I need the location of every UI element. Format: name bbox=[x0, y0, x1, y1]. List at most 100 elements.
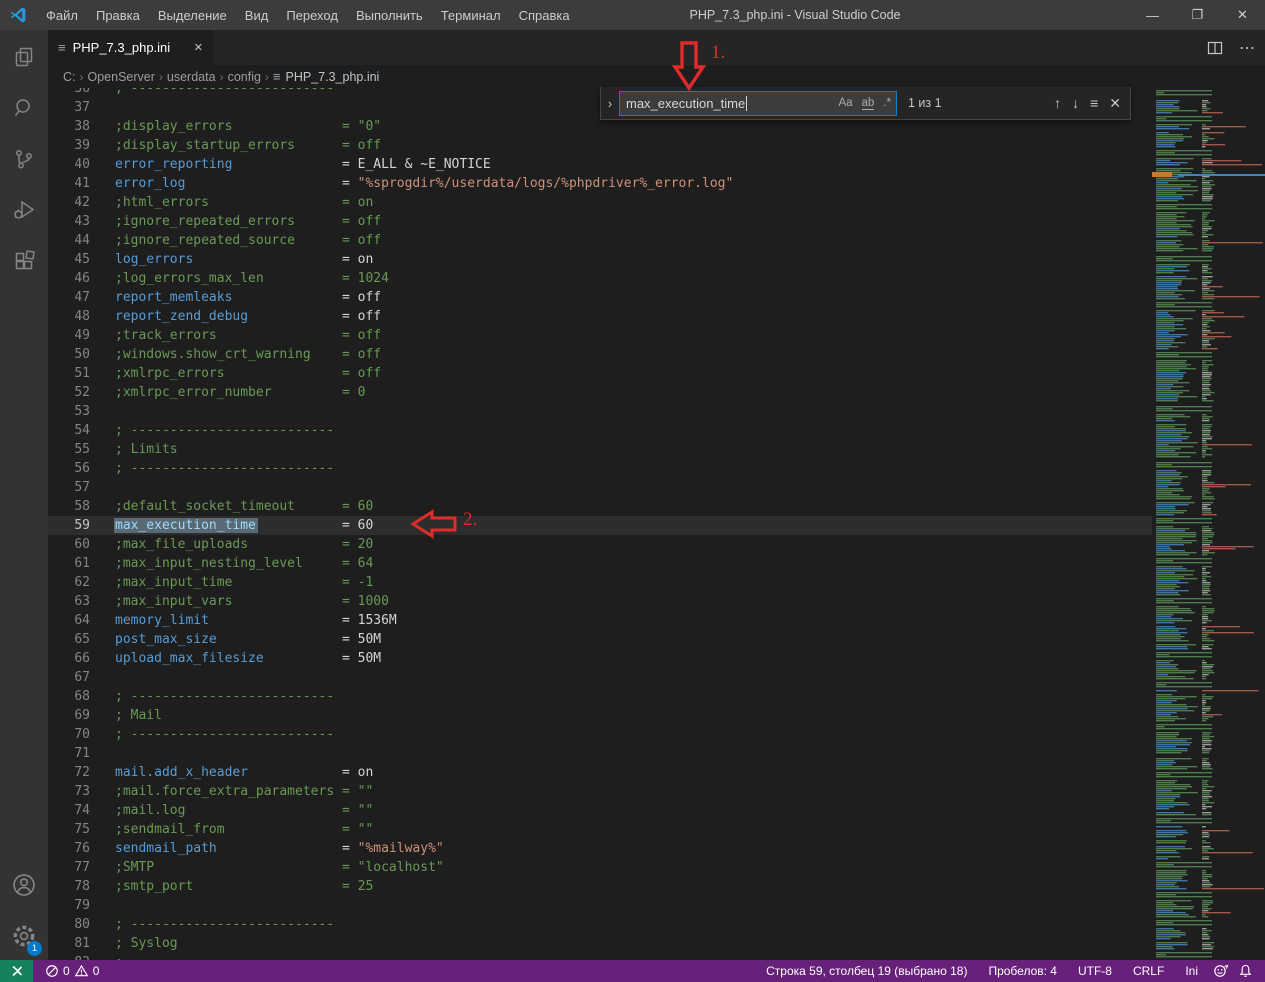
menu-item[interactable]: Переход bbox=[277, 0, 347, 30]
code-line[interactable]: 54; -------------------------- bbox=[48, 421, 1152, 440]
code-line[interactable]: 58;default_socket_timeout = 60 bbox=[48, 497, 1152, 516]
code-line[interactable]: 72mail.add_x_header = on bbox=[48, 763, 1152, 782]
next-match-icon[interactable]: ↓ bbox=[1072, 95, 1079, 111]
menu-item[interactable]: Вид bbox=[236, 0, 278, 30]
code-line[interactable]: 43;ignore_repeated_errors = off bbox=[48, 212, 1152, 231]
status-cursor-position[interactable]: Строка 59, столбец 19 (выбрано 18) bbox=[760, 964, 973, 978]
ini-file-icon: ≡ bbox=[58, 41, 66, 54]
tab-close-icon[interactable]: ✕ bbox=[194, 41, 203, 54]
line-number: 81 bbox=[48, 934, 90, 953]
code-line[interactable]: 63;max_input_vars = 1000 bbox=[48, 592, 1152, 611]
code-line[interactable]: 78;smtp_port = 25 bbox=[48, 877, 1152, 896]
source-control-icon[interactable] bbox=[0, 135, 48, 183]
code-line[interactable]: 51;xmlrpc_errors = off bbox=[48, 364, 1152, 383]
code-line[interactable]: 65post_max_size = 50M bbox=[48, 630, 1152, 649]
whole-word-icon[interactable]: ab bbox=[862, 97, 875, 110]
code-line[interactable]: 77;SMTP = "localhost" bbox=[48, 858, 1152, 877]
code-line[interactable]: 45log_errors = on bbox=[48, 250, 1152, 269]
line-number: 48 bbox=[48, 307, 90, 326]
previous-match-icon[interactable]: ↑ bbox=[1054, 95, 1061, 111]
find-in-selection-icon[interactable]: ≡ bbox=[1090, 95, 1098, 111]
menu-item[interactable]: Правка bbox=[87, 0, 149, 30]
code-line[interactable]: 49;track_errors = off bbox=[48, 326, 1152, 345]
find-input[interactable]: max_execution_time Aa ab .* bbox=[619, 91, 897, 116]
code-line[interactable]: 73;mail.force_extra_parameters = "" bbox=[48, 782, 1152, 801]
minimap[interactable] bbox=[1152, 88, 1265, 960]
code-line[interactable]: 66upload_max_filesize = 50M bbox=[48, 649, 1152, 668]
status-encoding[interactable]: UTF-8 bbox=[1072, 964, 1118, 978]
code-line[interactable]: 39;display_startup_errors = off bbox=[48, 136, 1152, 155]
code-line[interactable]: 62;max_input_time = -1 bbox=[48, 573, 1152, 592]
breadcrumb-item[interactable]: C: bbox=[63, 70, 76, 84]
find-close-icon[interactable]: ✕ bbox=[1109, 95, 1121, 112]
code-line[interactable]: 81; Syslog bbox=[48, 934, 1152, 953]
code-line[interactable]: 50;windows.show_crt_warning = off bbox=[48, 345, 1152, 364]
code-line[interactable]: 52;xmlrpc_error_number = 0 bbox=[48, 383, 1152, 402]
code-line[interactable]: 74;mail.log = "" bbox=[48, 801, 1152, 820]
more-actions-icon[interactable]: ⋯ bbox=[1239, 38, 1255, 58]
code-line[interactable]: 53 bbox=[48, 402, 1152, 421]
find-toggle-replace-icon[interactable]: › bbox=[601, 96, 619, 111]
code-line[interactable]: 48report_zend_debug = off bbox=[48, 307, 1152, 326]
line-number: 80 bbox=[48, 915, 90, 934]
code-line[interactable]: 67 bbox=[48, 668, 1152, 687]
code-line[interactable]: 60;max_file_uploads = 20 bbox=[48, 535, 1152, 554]
menu-item[interactable]: Выделение bbox=[149, 0, 236, 30]
code-line[interactable]: 56; -------------------------- bbox=[48, 459, 1152, 478]
explorer-icon[interactable] bbox=[0, 33, 48, 81]
line-number: 68 bbox=[48, 687, 90, 706]
code-line[interactable]: 59max_execution_time = 60 bbox=[48, 516, 1152, 535]
code-line[interactable]: 41error_log = "%sprogdir%/userdata/logs/… bbox=[48, 174, 1152, 193]
code-line[interactable]: 46;log_errors_max_len = 1024 bbox=[48, 269, 1152, 288]
notifications-bell-icon[interactable] bbox=[1238, 963, 1253, 979]
account-icon[interactable] bbox=[0, 861, 48, 909]
run-debug-icon[interactable] bbox=[0, 186, 48, 234]
code-editor[interactable]: 36; --------------------------3738;displ… bbox=[48, 88, 1152, 960]
menu-item[interactable]: Терминал bbox=[432, 0, 510, 30]
code-line[interactable]: 71 bbox=[48, 744, 1152, 763]
search-icon[interactable] bbox=[0, 84, 48, 132]
code-line[interactable]: 70; -------------------------- bbox=[48, 725, 1152, 744]
match-case-icon[interactable]: Aa bbox=[838, 97, 852, 109]
tab-php-ini[interactable]: ≡ PHP_7.3_php.ini ✕ bbox=[48, 30, 214, 65]
code-line[interactable]: 61;max_input_nesting_level = 64 bbox=[48, 554, 1152, 573]
minimize-icon[interactable]: — bbox=[1130, 0, 1175, 30]
settings-gear-icon[interactable]: 1 bbox=[0, 912, 48, 960]
extensions-icon[interactable] bbox=[0, 237, 48, 285]
code-line[interactable]: 57 bbox=[48, 478, 1152, 497]
code-line[interactable]: 79 bbox=[48, 896, 1152, 915]
code-line[interactable]: 55; Limits bbox=[48, 440, 1152, 459]
status-language-mode[interactable]: Ini bbox=[1179, 964, 1204, 978]
code-line[interactable]: 64memory_limit = 1536M bbox=[48, 611, 1152, 630]
code-line[interactable]: 76sendmail_path = "%mailway%" bbox=[48, 839, 1152, 858]
close-icon[interactable]: ✕ bbox=[1220, 0, 1265, 30]
breadcrumb-item[interactable]: userdata bbox=[167, 70, 216, 84]
restore-icon[interactable]: ❐ bbox=[1175, 0, 1220, 30]
code-line[interactable]: 40error_reporting = E_ALL & ~E_NOTICE bbox=[48, 155, 1152, 174]
code-line[interactable]: 82; bbox=[48, 953, 1152, 960]
code-line[interactable]: 68; -------------------------- bbox=[48, 687, 1152, 706]
remote-indicator[interactable] bbox=[0, 960, 33, 982]
breadcrumb-item[interactable]: OpenServer bbox=[88, 70, 155, 84]
split-editor-icon[interactable] bbox=[1207, 40, 1223, 56]
feedback-icon[interactable] bbox=[1213, 963, 1229, 979]
line-content: ;windows.show_crt_warning = off bbox=[115, 345, 381, 364]
code-line[interactable]: 75;sendmail_from = "" bbox=[48, 820, 1152, 839]
menu-item[interactable]: Файл bbox=[37, 0, 87, 30]
regex-icon[interactable]: .* bbox=[883, 97, 891, 109]
code-line[interactable]: 69; Mail bbox=[48, 706, 1152, 725]
status-indentation[interactable]: Пробелов: 4 bbox=[982, 964, 1063, 978]
menu-item[interactable]: Выполнить bbox=[347, 0, 432, 30]
breadcrumb-item[interactable]: config bbox=[228, 70, 261, 84]
line-content: ; Mail bbox=[115, 706, 162, 725]
menu-item[interactable]: Справка bbox=[510, 0, 579, 30]
code-line[interactable]: 80; -------------------------- bbox=[48, 915, 1152, 934]
line-number: 38 bbox=[48, 117, 90, 136]
status-eol[interactable]: CRLF bbox=[1127, 964, 1170, 978]
problems-indicator[interactable]: 0 0 bbox=[39, 964, 105, 978]
code-line[interactable]: 47report_memleaks = off bbox=[48, 288, 1152, 307]
breadcrumb-file[interactable]: ≡PHP_7.3_php.ini bbox=[273, 70, 379, 84]
line-number: 72 bbox=[48, 763, 90, 782]
code-line[interactable]: 42;html_errors = on bbox=[48, 193, 1152, 212]
code-line[interactable]: 44;ignore_repeated_source = off bbox=[48, 231, 1152, 250]
